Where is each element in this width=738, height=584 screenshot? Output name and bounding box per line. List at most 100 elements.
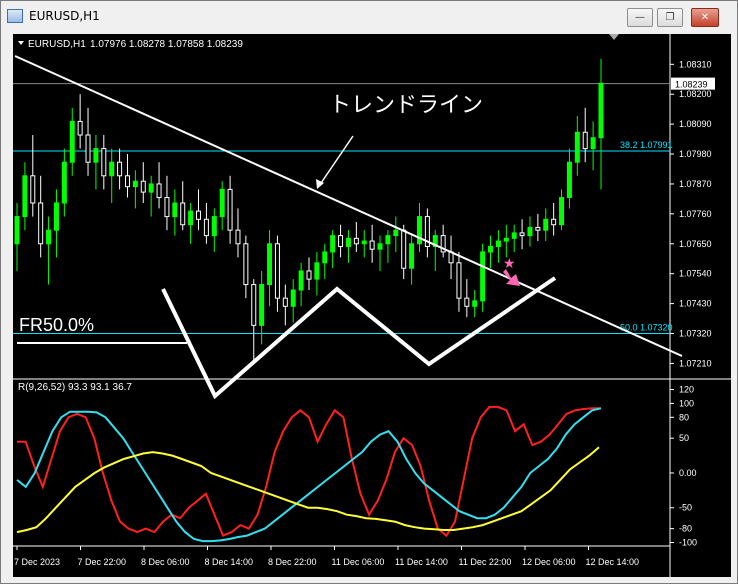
restore-icon: ❐ [665, 12, 675, 23]
indicator-tick-label: 120 [679, 384, 694, 394]
fr-label: FR50.0% [19, 315, 94, 335]
candle-body [559, 197, 565, 226]
candle-body [156, 183, 162, 199]
candle-body [488, 245, 494, 253]
close-icon: ✕ [700, 12, 710, 23]
close-button[interactable]: ✕ [691, 8, 719, 27]
candle-body [38, 202, 44, 245]
candle-body [172, 202, 178, 218]
indicator-tick-label: -80 [679, 524, 692, 534]
candle-body [416, 216, 422, 245]
candle-body [14, 216, 20, 245]
candle-body [527, 226, 533, 237]
candle-body [164, 197, 170, 218]
candle-body [480, 251, 486, 302]
chart-area[interactable]: EURUSD,H1 1.07976 1.08278 1.07858 1.0823… [13, 34, 731, 577]
candle-body [227, 188, 233, 231]
candle-body [77, 120, 83, 136]
candle-body [259, 284, 265, 326]
candle-body [456, 262, 462, 299]
indicator-tick-label: 80 [679, 412, 689, 422]
candle-body [290, 289, 296, 307]
chart-window-icon [7, 9, 23, 23]
candle-body [377, 243, 383, 250]
indicator-red-line [17, 405, 601, 538]
candle-body [519, 232, 525, 237]
price-tick-label: 1.07760 [679, 209, 712, 219]
price-tick-label: 1.07320 [679, 328, 712, 338]
candle-body [385, 235, 391, 245]
candle-body [393, 229, 399, 237]
candle-body [274, 243, 280, 299]
time-tick-label: 12 Dec 06:00 [522, 557, 576, 567]
time-tick-label: 8 Dec 14:00 [205, 557, 254, 567]
candle-body [345, 237, 351, 247]
candle-body [148, 183, 154, 193]
title-bar[interactable]: EURUSD,H1 — ❐ ✕ [1, 1, 737, 31]
time-tick-label: 11 Dec 06:00 [332, 557, 385, 567]
indicator-yellow-line [16, 446, 600, 534]
candle-body [46, 229, 52, 245]
candle-body [503, 237, 509, 242]
chart-menu-triangle-icon[interactable] [18, 41, 24, 45]
candle-body [101, 148, 107, 177]
price-tick-label: 1.08090 [679, 119, 712, 129]
candle-body [180, 202, 186, 226]
price-tick-label: 1.07870 [679, 179, 712, 189]
candle-body [361, 240, 367, 245]
indicator-tick-label: -100 [679, 538, 697, 548]
candle-body [196, 210, 202, 220]
restore-button[interactable]: ❐ [657, 8, 683, 27]
time-tick-label: 11 Dec 14:00 [395, 557, 448, 567]
indicator-tick-label: -50 [679, 503, 692, 513]
minimize-button[interactable]: — [627, 8, 653, 27]
zigzag-pattern[interactable] [161, 276, 557, 400]
candle-body [93, 148, 99, 163]
fib-level-label: 38.2 1.07991 [620, 140, 673, 150]
candle-body [203, 218, 209, 237]
candle-body [219, 188, 225, 218]
candle-body [353, 237, 359, 245]
candle-body [282, 297, 288, 307]
candle-body [330, 235, 336, 253]
trendline-label-arrow [318, 135, 354, 187]
price-tick-label: 1.07210 [679, 358, 712, 368]
shift-marker-icon[interactable] [609, 34, 619, 40]
ohlc-label: 1.07976 1.08278 1.07858 1.08239 [90, 39, 243, 50]
minimize-icon: — [635, 12, 645, 23]
window-title: EURUSD,H1 [29, 9, 100, 23]
chart-window: EURUSD,H1 — ❐ ✕ EURUSD,H1 1.07976 1.0827… [0, 0, 738, 584]
candle-body [69, 120, 75, 163]
candle-body [409, 243, 415, 269]
candle-body [598, 82, 604, 139]
candle-body [267, 243, 273, 286]
time-tick-label: 11 Dec 22:00 [459, 557, 512, 567]
candle-body [369, 240, 375, 250]
price-tick-label: 1.08310 [679, 59, 712, 69]
candle-body [582, 131, 588, 150]
candle-body [109, 161, 115, 177]
candle-body [298, 270, 304, 291]
candle-body [85, 134, 91, 163]
trendline-label: トレンドライン [329, 92, 483, 117]
candle-body [22, 175, 28, 218]
entry-star-icon: ★ [503, 255, 516, 271]
time-tick-label: 7 Dec 22:00 [78, 557, 127, 567]
candle-body [251, 284, 257, 326]
candle-body [235, 229, 241, 245]
candle-body [306, 270, 312, 280]
candle-body [61, 161, 67, 204]
candle-body [472, 300, 478, 307]
price-tick-label: 1.07650 [679, 239, 712, 249]
candle-body [495, 240, 501, 247]
time-tick-label: 12 Dec 14:00 [586, 557, 640, 567]
candle-body [574, 131, 580, 163]
candle-body [53, 202, 59, 231]
candle-body [188, 210, 194, 226]
indicator-tick-label: 100 [679, 398, 694, 408]
indicator-tick-label: 0.00 [679, 468, 697, 478]
chart-svg[interactable]: EURUSD,H1 1.07976 1.08278 1.07858 1.0823… [13, 34, 731, 577]
indicator-tick-label: 50 [679, 433, 689, 443]
price-tick-label: 1.07430 [679, 299, 712, 309]
candle-body [30, 175, 36, 204]
